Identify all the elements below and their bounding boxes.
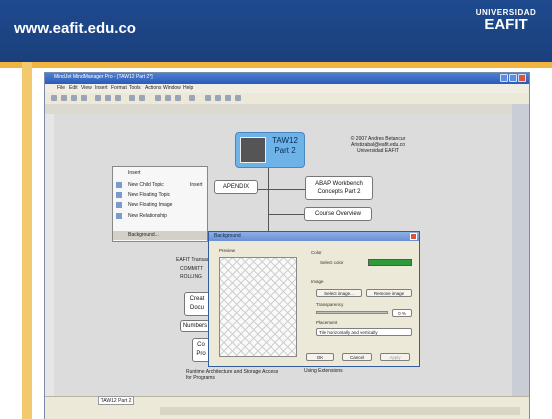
connector-line: [258, 189, 305, 190]
menu-view[interactable]: View: [81, 85, 92, 91]
copyright-note: © 2007 Andres Betancur Aristizabal@eafit…: [338, 136, 418, 154]
open-file-icon[interactable]: [61, 95, 67, 101]
ok-button[interactable]: OK: [306, 353, 334, 361]
menu-item-background[interactable]: Background...: [128, 232, 159, 238]
dialog-close-icon[interactable]: [410, 233, 417, 240]
menu-help[interactable]: Help: [183, 85, 193, 91]
menu-item-new-relationship[interactable]: New Relationship: [128, 213, 167, 219]
notes-icon[interactable]: [235, 95, 241, 101]
menu-item-insert[interactable]: Insert: [128, 170, 141, 176]
eafit-logo: UNIVERSIDAD EAFIT: [466, 8, 546, 56]
menu-actions[interactable]: Actions: [145, 85, 161, 91]
topic-line: Docu: [189, 305, 204, 311]
central-topic-image: [240, 137, 266, 163]
image-label: Image: [311, 279, 324, 284]
logo-text-eafit: EAFIT: [484, 16, 528, 33]
select-image-button[interactable]: Select image...: [316, 289, 362, 297]
paste-icon[interactable]: [115, 95, 121, 101]
background-preview: [219, 257, 297, 357]
menu-edit[interactable]: Edit: [69, 85, 78, 91]
topic-abap-workbench[interactable]: ABAP Workbench Concepts Part 2: [305, 176, 373, 200]
relationship-icon: [116, 213, 122, 219]
minimize-button[interactable]: [500, 74, 508, 82]
copyright-line: Universidad EAFIT: [357, 148, 399, 154]
university-url: www.eafit.edu.co: [14, 20, 136, 37]
maximize-button[interactable]: [509, 74, 517, 82]
color-label: Color: [311, 250, 322, 255]
save-icon[interactable]: [71, 95, 77, 101]
transparency-slider[interactable]: [316, 311, 388, 314]
menu-file[interactable]: File: [57, 85, 65, 91]
undo-icon[interactable]: [129, 95, 135, 101]
slide-accent-strip: [22, 62, 32, 419]
menu-item-new-floating-topic[interactable]: New Floating Topic: [128, 192, 170, 198]
dialog-title: Background: [214, 233, 241, 239]
topic-eafit-transac[interactable]: EAFIT Transac: [176, 257, 209, 263]
image-icon[interactable]: [215, 95, 221, 101]
placement-label: Placement: [316, 320, 338, 325]
floating-topic-icon: [116, 192, 122, 198]
cut-icon[interactable]: [95, 95, 101, 101]
copy-icon[interactable]: [105, 95, 111, 101]
menu-insert[interactable]: Insert: [95, 85, 108, 91]
topic-using-extensions[interactable]: Using Extensions: [304, 368, 343, 374]
close-window-button[interactable]: [518, 74, 526, 82]
central-topic-label: TAW12 Part 2: [272, 136, 298, 155]
remove-image-button[interactable]: Remove image: [366, 289, 412, 297]
document-tab[interactable]: TAW12 Part 2: [98, 396, 134, 405]
connector-line: [268, 214, 304, 215]
floating-image-icon: [116, 202, 122, 208]
topic-runtime-architecture[interactable]: Runtime Architecture and Storage Access …: [186, 369, 282, 381]
placement-dropdown[interactable]: Tile horizontally and vertically: [316, 328, 412, 336]
topic-course-overview[interactable]: Course Overview: [304, 207, 372, 221]
topic-line: Co: [197, 342, 205, 348]
hyperlink-icon[interactable]: [225, 95, 231, 101]
preview-label: Preview: [219, 248, 236, 253]
cancel-button[interactable]: Cancel: [342, 353, 372, 361]
menu-item-new-child-topic[interactable]: New Child Topic: [128, 182, 164, 188]
window-title: MindJet MindManager Pro - [TAW12 Part 2*…: [54, 74, 153, 80]
format-toolbar: [45, 104, 529, 114]
menu-format[interactable]: Format: [111, 85, 127, 91]
child-topic-icon: [116, 182, 122, 188]
format-icon[interactable]: [205, 95, 211, 101]
apply-button[interactable]: Apply: [380, 353, 410, 361]
topic-committ[interactable]: COMMITT: [180, 266, 203, 272]
print-icon[interactable]: [81, 95, 87, 101]
insert-topic-icon[interactable]: [155, 95, 161, 101]
insert-subtopic-icon[interactable]: [165, 95, 171, 101]
menu-window[interactable]: Window: [163, 85, 181, 91]
menu-tools[interactable]: Tools: [129, 85, 141, 91]
drawing-toolbar[interactable]: [160, 407, 520, 415]
topic-create-docu[interactable]: Creat Docu: [184, 292, 210, 316]
menu-item-shortcut: Insert: [190, 182, 203, 188]
redo-icon[interactable]: [139, 95, 145, 101]
topic-line: Creat: [189, 296, 205, 302]
topic-numbers[interactable]: Numbers: [180, 320, 210, 332]
topic-apendix[interactable]: APENDIX: [214, 180, 258, 194]
task-pane-strip[interactable]: [512, 104, 529, 396]
transparency-label: Transparency: [316, 302, 344, 307]
slide-accent-band: [0, 62, 552, 68]
relationship-icon[interactable]: [175, 95, 181, 101]
menu-bar: File Edit View Insert Format Tools Actio…: [45, 84, 529, 93]
menu-item-new-floating-image[interactable]: New Floating Image: [128, 202, 172, 208]
context-menu-items: Insert New Child Topic Insert New Floati…: [112, 166, 208, 242]
zoom-icon[interactable]: [189, 95, 195, 101]
transparency-input[interactable]: 0 %: [392, 309, 412, 317]
topic-rolling[interactable]: ROLLING: [180, 274, 202, 280]
new-file-icon[interactable]: [51, 95, 57, 101]
color-picker-dropdown[interactable]: [368, 259, 412, 266]
topic-line: Pro: [196, 351, 206, 357]
color-select-label: Select color: [320, 260, 344, 265]
